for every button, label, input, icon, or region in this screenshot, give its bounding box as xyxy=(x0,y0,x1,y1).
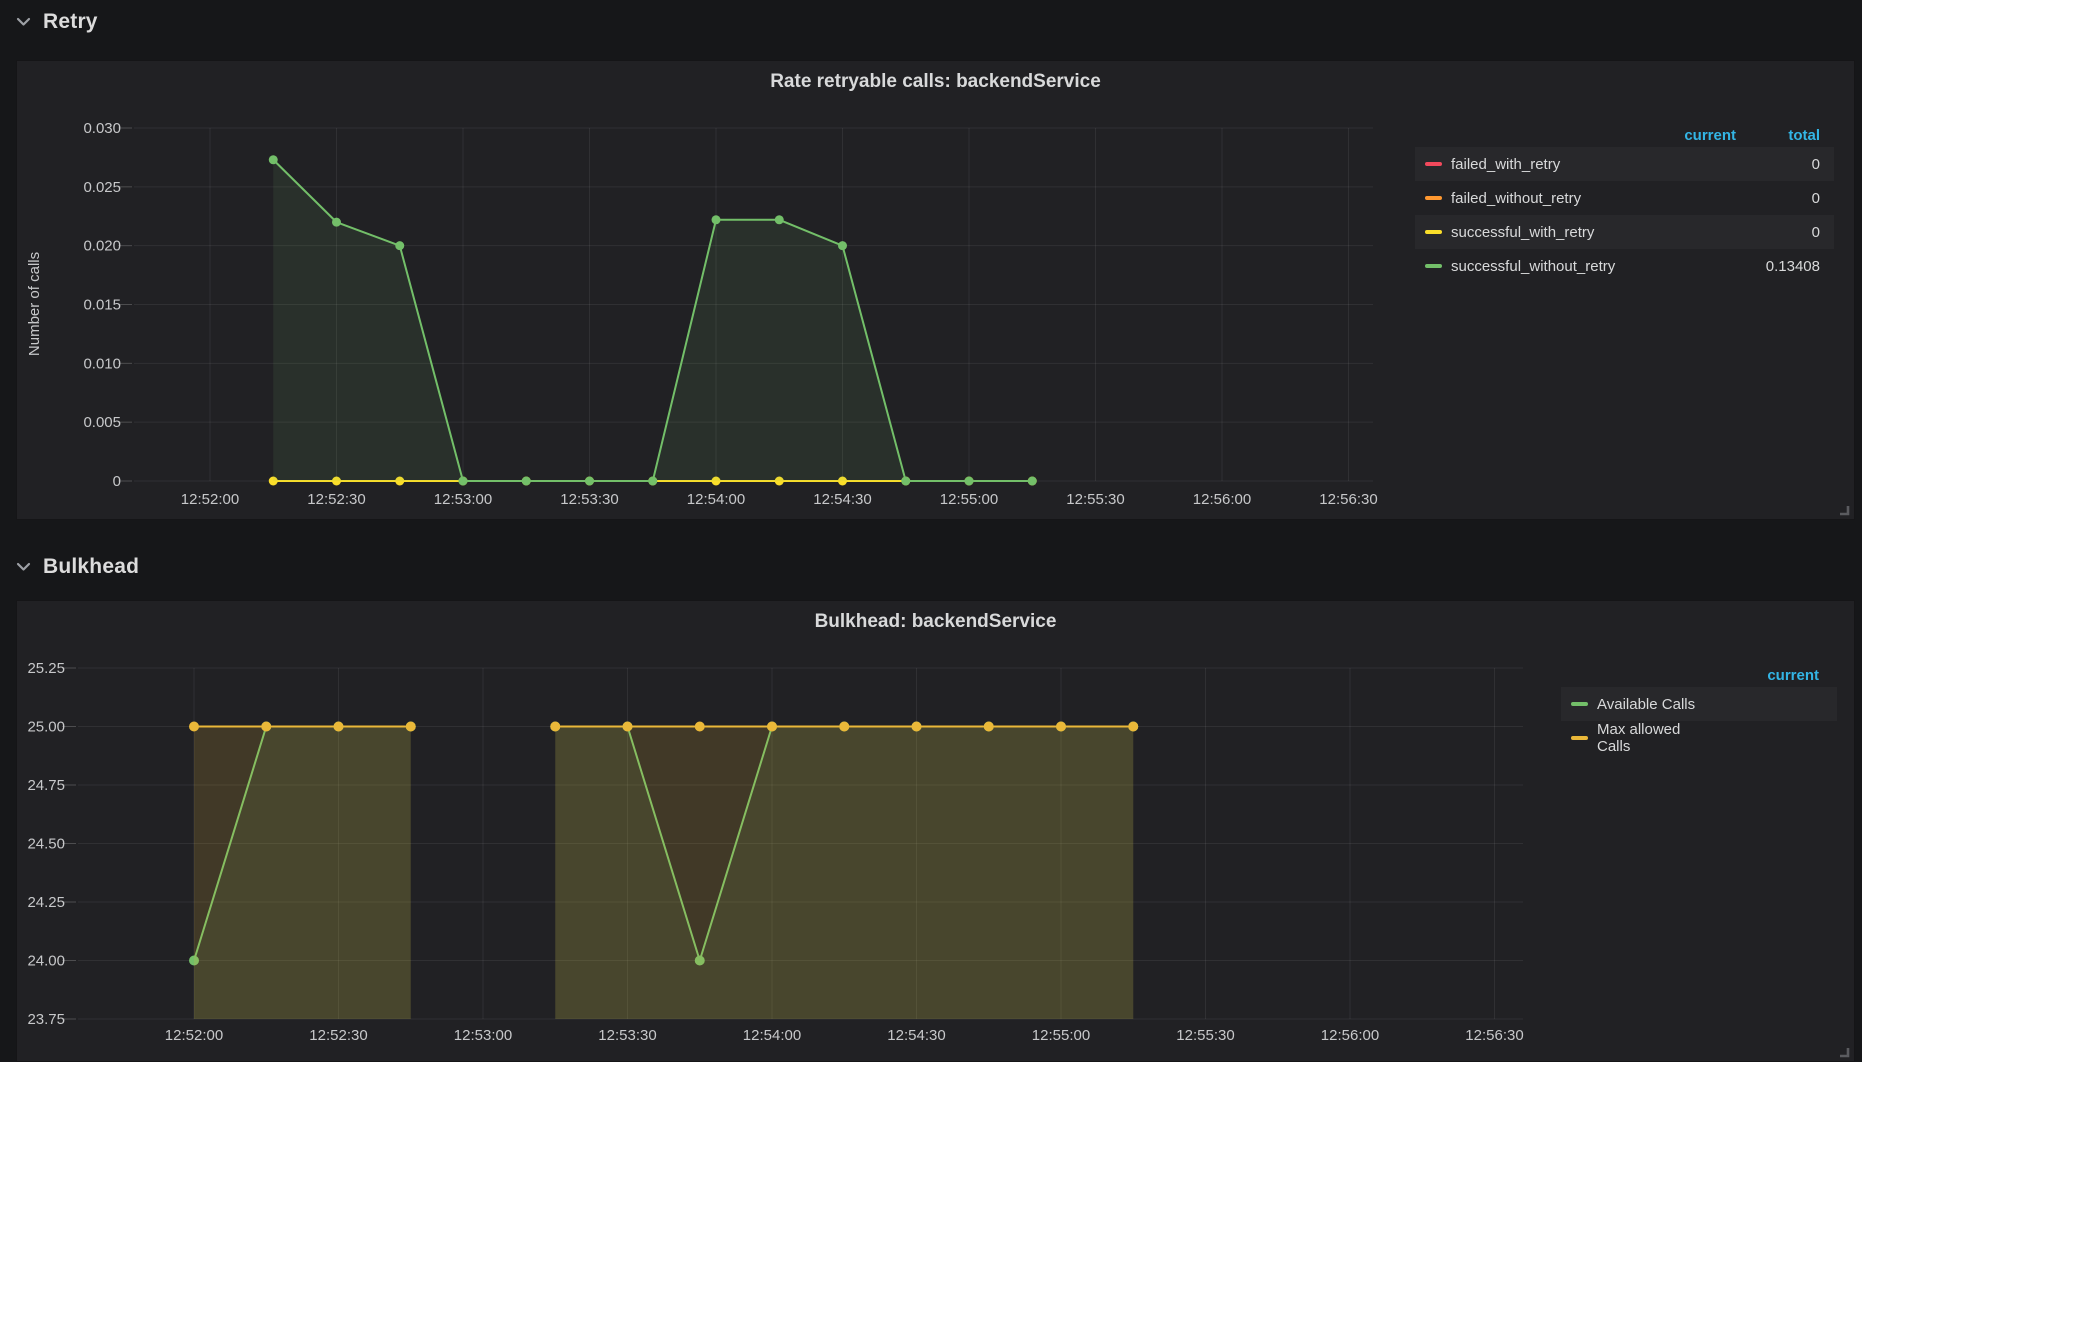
x-axis-tick-label: 12:55:00 xyxy=(940,491,998,508)
legend-series-label: Available Calls xyxy=(1597,695,1696,713)
panel-rate-retryable-calls: Rate retryable calls: backendService 0.0… xyxy=(16,60,1855,520)
legend-series-label: failed_without_retry xyxy=(1451,189,1582,207)
y-axis-tick-label: 0.010 xyxy=(83,355,121,372)
x-axis-tick-label: 12:56:30 xyxy=(1465,1027,1523,1044)
y-axis-tick-label: 24.25 xyxy=(27,894,65,911)
bulkhead-chart-legend: current Available Calls Max allowed Calls xyxy=(1561,663,1837,755)
y-axis-tick-label: 23.75 xyxy=(27,1011,65,1028)
legend-value-total: 0.13408 xyxy=(1765,257,1820,275)
chevron-down-icon[interactable] xyxy=(16,17,31,27)
section-header-retry[interactable]: Retry xyxy=(16,8,98,36)
grafana-dashboard: Retry Rate retryable calls: backendServi… xyxy=(0,0,1862,1062)
legend-column-header-current[interactable]: current xyxy=(1717,663,1837,687)
legend-value-current xyxy=(1648,249,1736,283)
legend-value-total: 0 xyxy=(1811,189,1820,207)
x-axis-tick-label: 12:55:30 xyxy=(1176,1027,1234,1044)
legend-value-current xyxy=(1648,147,1736,181)
y-axis-tick-label: 24.00 xyxy=(27,953,65,970)
y-axis-tick-label: 25.25 xyxy=(27,660,65,677)
series-max-allowed-calls[interactable] xyxy=(189,721,1139,1020)
legend-series-label: successful_with_retry xyxy=(1451,223,1595,241)
legend-column-header-total[interactable]: total xyxy=(1736,123,1834,147)
legend-column-header-current[interactable]: current xyxy=(1648,123,1736,147)
x-axis-tick-label: 12:53:30 xyxy=(598,1027,656,1044)
x-axis-tick-label: 12:55:00 xyxy=(1032,1027,1090,1044)
legend-value-current xyxy=(1717,687,1837,721)
section-title-bulkhead[interactable]: Bulkhead xyxy=(43,555,139,579)
x-axis-tick-label: 12:53:30 xyxy=(560,491,618,508)
legend-item-available-calls[interactable]: Available Calls xyxy=(1561,687,1717,721)
y-axis-tick-label: 24.75 xyxy=(27,777,65,794)
legend-series-swatch xyxy=(1425,162,1442,166)
legend-series-swatch xyxy=(1571,736,1588,740)
chevron-down-icon[interactable] xyxy=(16,562,31,572)
legend-item-failed-without-retry[interactable]: failed_without_retry xyxy=(1415,181,1648,215)
section-header-bulkhead[interactable]: Bulkhead xyxy=(16,553,139,581)
x-axis-tick-label: 12:53:00 xyxy=(454,1027,512,1044)
legend-header-spacer xyxy=(1415,123,1648,147)
legend-value-current xyxy=(1648,215,1736,249)
retry-chart-legend: current total failed_with_retry 0 failed_wit… xyxy=(1415,123,1834,283)
y-axis-tick-label: 24.50 xyxy=(27,836,65,853)
x-axis-tick-label: 12:55:30 xyxy=(1066,491,1124,508)
y-axis-tick-label: 0.015 xyxy=(83,297,121,314)
x-axis-tick-label: 12:52:00 xyxy=(181,491,239,508)
legend-series-label: Max allowed Calls xyxy=(1597,721,1681,755)
x-axis-tick-label: 12:56:00 xyxy=(1321,1027,1379,1044)
x-axis-tick-label: 12:56:30 xyxy=(1319,491,1377,508)
y-axis-tick-label: 0.005 xyxy=(83,414,121,431)
x-axis-tick-label: 12:54:00 xyxy=(743,1027,801,1044)
legend-item-failed-with-retry[interactable]: failed_with_retry xyxy=(1415,147,1648,181)
legend-header-spacer xyxy=(1561,663,1717,687)
legend-item-successful-without-retry[interactable]: successful_without_retry xyxy=(1415,249,1648,283)
x-axis-tick-label: 12:52:30 xyxy=(307,491,365,508)
legend-series-swatch xyxy=(1425,230,1442,234)
legend-series-label: failed_with_retry xyxy=(1451,155,1561,173)
y-axis-tick-label: 0.020 xyxy=(83,238,121,255)
legend-value-current xyxy=(1717,721,1837,755)
y-axis-tick-label: 0.030 xyxy=(83,120,121,137)
x-axis-tick-label: 12:54:30 xyxy=(813,491,871,508)
y-axis-tick-label: 0.025 xyxy=(83,179,121,196)
panel-resize-handle[interactable] xyxy=(1838,1045,1850,1058)
x-axis-tick-label: 12:54:00 xyxy=(687,491,745,508)
legend-item-successful-with-retry[interactable]: successful_with_retry xyxy=(1415,215,1648,249)
x-axis-tick-label: 12:54:30 xyxy=(887,1027,945,1044)
x-axis-tick-label: 12:52:30 xyxy=(309,1027,367,1044)
x-axis-tick-label: 12:52:00 xyxy=(165,1027,223,1044)
x-axis-tick-label: 12:56:00 xyxy=(1193,491,1251,508)
legend-series-label: successful_without_retry xyxy=(1451,257,1616,275)
panel-bulkhead: Bulkhead: backendService 25.25 25.00 24.75… xyxy=(16,600,1855,1062)
legend-series-swatch xyxy=(1571,702,1588,706)
legend-series-swatch xyxy=(1425,264,1442,268)
legend-value-current xyxy=(1648,181,1736,215)
legend-value-total: 0 xyxy=(1736,147,1834,181)
series-successful-without-retry[interactable] xyxy=(268,155,1037,486)
panel-resize-handle[interactable] xyxy=(1838,503,1850,516)
legend-value-total: 0 xyxy=(1736,215,1834,249)
section-title-retry[interactable]: Retry xyxy=(43,10,98,34)
y-axis-tick-label: 0 xyxy=(113,473,121,490)
legend-series-swatch xyxy=(1425,196,1442,200)
y-axis-tick-label: 25.00 xyxy=(27,719,65,736)
y-axis-title: Number of calls xyxy=(26,252,43,356)
legend-item-max-allowed-calls[interactable]: Max allowed Calls xyxy=(1561,721,1717,755)
x-axis-tick-label: 12:53:00 xyxy=(434,491,492,508)
